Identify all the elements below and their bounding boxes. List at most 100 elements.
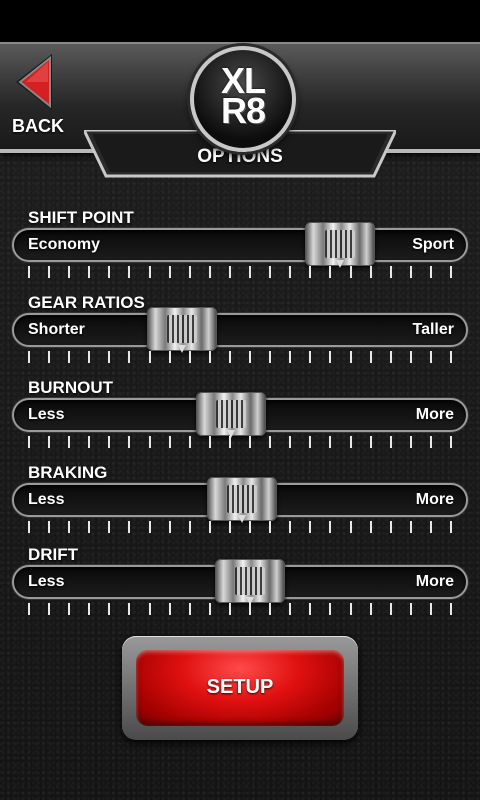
setup-button[interactable]: SETUP bbox=[136, 650, 344, 726]
status-bar bbox=[0, 0, 480, 42]
slider-tick bbox=[209, 266, 211, 278]
slider-tick bbox=[48, 603, 50, 615]
slider-tick bbox=[149, 603, 151, 615]
slider-tick bbox=[108, 521, 110, 533]
slider-tick bbox=[350, 521, 352, 533]
slider-min-label: Less bbox=[28, 491, 65, 508]
slider-tick bbox=[48, 521, 50, 533]
slider-track[interactable]: Shorter Taller bbox=[12, 307, 468, 353]
slider-tick bbox=[209, 351, 211, 363]
slider-tick bbox=[189, 351, 191, 363]
slider-tick bbox=[269, 266, 271, 278]
slider-tick bbox=[289, 436, 291, 448]
slider-tick bbox=[350, 603, 352, 615]
slider-title: BURNOUT bbox=[28, 378, 113, 397]
slider-tick bbox=[189, 521, 191, 533]
slider-tick bbox=[410, 521, 412, 533]
slider-tick bbox=[269, 436, 271, 448]
slider-tick bbox=[189, 266, 191, 278]
slider-tick bbox=[329, 436, 331, 448]
slider-tick bbox=[350, 266, 352, 278]
slider-tick bbox=[229, 436, 231, 448]
slider-tick bbox=[169, 266, 171, 278]
slider-tick bbox=[169, 351, 171, 363]
slider-tick bbox=[48, 351, 50, 363]
back-label: BACK bbox=[12, 116, 64, 136]
slider-tick bbox=[128, 521, 130, 533]
slider-tick bbox=[28, 521, 30, 533]
slider-tick bbox=[450, 521, 452, 533]
slider-tick bbox=[169, 521, 171, 533]
slider-ticks bbox=[28, 266, 452, 280]
slider-tick bbox=[370, 521, 372, 533]
back-button[interactable]: BACK bbox=[8, 52, 72, 138]
slider-gear-ratios: GEAR RATIOS Shorter Taller bbox=[12, 293, 468, 373]
slider-tick bbox=[249, 436, 251, 448]
slider-knob[interactable] bbox=[215, 559, 285, 605]
slider-max-label: Taller bbox=[412, 321, 455, 338]
slider-tick bbox=[410, 603, 412, 615]
slider-tick bbox=[48, 436, 50, 448]
slider-tick bbox=[430, 521, 432, 533]
slider-tick bbox=[390, 436, 392, 448]
slider-knob[interactable] bbox=[196, 392, 266, 438]
slider-max-label: More bbox=[415, 573, 454, 590]
slider-tick bbox=[370, 351, 372, 363]
slider-knob[interactable] bbox=[147, 307, 217, 353]
slider-tick bbox=[128, 351, 130, 363]
slider-tick bbox=[68, 351, 70, 363]
slider-burnout: BURNOUT Less More bbox=[12, 378, 468, 458]
slider-tick bbox=[229, 266, 231, 278]
slider-shift-point: SHIFT POINT Economy Sport bbox=[12, 208, 468, 288]
back-arrow-icon bbox=[16, 54, 52, 110]
slider-max-label: More bbox=[415, 406, 454, 423]
slider-tick bbox=[249, 521, 251, 533]
slider-tick bbox=[329, 521, 331, 533]
slider-tick bbox=[229, 351, 231, 363]
slider-tick bbox=[289, 521, 291, 533]
slider-tick bbox=[450, 351, 452, 363]
slider-knob[interactable] bbox=[207, 477, 277, 523]
slider-tick bbox=[28, 351, 30, 363]
slider-tick bbox=[269, 603, 271, 615]
slider-tick bbox=[128, 436, 130, 448]
slider-tick bbox=[450, 603, 452, 615]
slider-tick bbox=[249, 603, 251, 615]
slider-track[interactable]: Economy Sport bbox=[12, 222, 468, 268]
slider-tick bbox=[269, 521, 271, 533]
slider-tick bbox=[88, 436, 90, 448]
slider-tick bbox=[430, 603, 432, 615]
slider-tick bbox=[149, 266, 151, 278]
slider-min-label: Economy bbox=[28, 236, 101, 253]
slider-braking: BRAKING Less More bbox=[12, 463, 468, 543]
slider-tick bbox=[189, 603, 191, 615]
slider-tick bbox=[289, 266, 291, 278]
slider-tick bbox=[229, 603, 231, 615]
slider-tick bbox=[88, 603, 90, 615]
slider-tick bbox=[329, 351, 331, 363]
slider-track[interactable]: Less More bbox=[12, 477, 468, 523]
slider-tick bbox=[390, 521, 392, 533]
slider-max-label: More bbox=[415, 491, 454, 508]
slider-tick bbox=[229, 521, 231, 533]
slider-tick bbox=[169, 603, 171, 615]
slider-tick bbox=[108, 603, 110, 615]
slider-tick bbox=[28, 266, 30, 278]
slider-knob[interactable] bbox=[305, 222, 375, 268]
slider-tick bbox=[309, 521, 311, 533]
slider-tick bbox=[169, 436, 171, 448]
slider-tick bbox=[209, 436, 211, 448]
slider-tick bbox=[68, 266, 70, 278]
slider-ticks bbox=[28, 603, 452, 617]
slider-tick bbox=[309, 436, 311, 448]
slider-tick bbox=[108, 351, 110, 363]
slider-track[interactable]: Less More bbox=[12, 559, 468, 605]
slider-tick bbox=[108, 266, 110, 278]
slider-tick bbox=[249, 266, 251, 278]
slider-tick bbox=[88, 351, 90, 363]
slider-tick bbox=[410, 436, 412, 448]
slider-tick bbox=[370, 603, 372, 615]
slider-track[interactable]: Less More bbox=[12, 392, 468, 438]
slider-tick bbox=[128, 603, 130, 615]
slider-title: GEAR RATIOS bbox=[28, 293, 145, 312]
